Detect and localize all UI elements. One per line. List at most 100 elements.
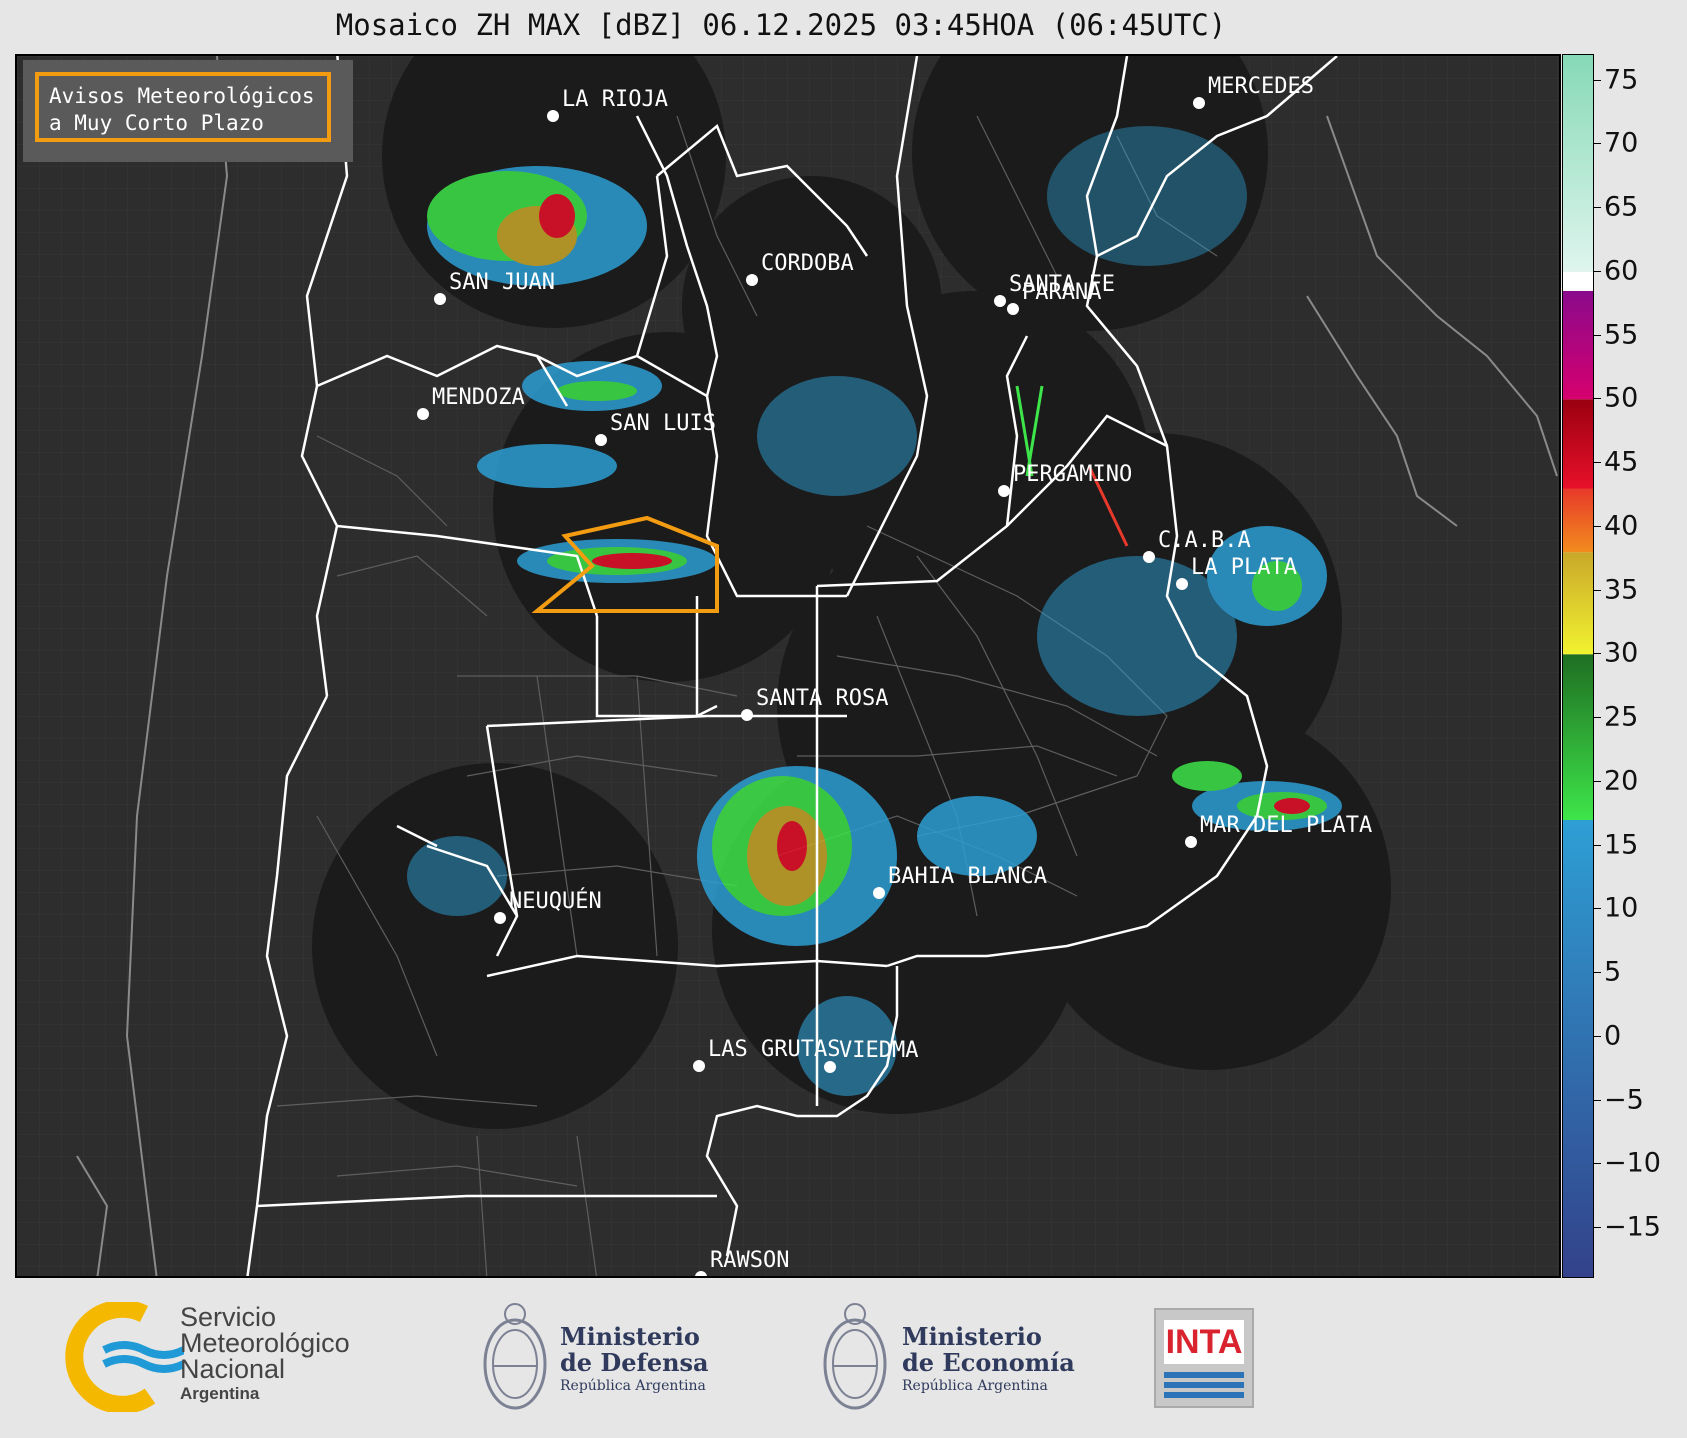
colorbar-tick-label: 40 xyxy=(1604,510,1639,542)
city-label-la-rioja: LA RIOJA xyxy=(562,87,668,112)
economia-logo-text: Ministerio de Economía República Argenti… xyxy=(902,1324,1075,1396)
economia-line2: de Economía xyxy=(902,1348,1075,1377)
city-marker-mendoza[interactable] xyxy=(417,408,429,420)
smn-line3: Nacional xyxy=(180,1354,286,1384)
colorbar-tick-label: 75 xyxy=(1604,64,1639,95)
economia-line3: República Argentina xyxy=(902,1378,1048,1394)
colorbar-tick-mark xyxy=(1594,398,1601,400)
colorbar-tick-label: −5 xyxy=(1604,1084,1644,1115)
colorbar-tick-mark xyxy=(1594,653,1601,655)
colorbar-band-7 xyxy=(1563,55,1593,272)
city-marker-santa-fe[interactable] xyxy=(994,295,1006,307)
colorbar-tick-mark xyxy=(1594,1035,1601,1037)
colorbar-tick-label: 65 xyxy=(1604,191,1639,223)
city-marker-san-juan[interactable] xyxy=(434,293,446,305)
defensa-line3: República Argentina xyxy=(560,1378,706,1394)
city-marker-san-luis[interactable] xyxy=(595,434,607,446)
inta-logo: INTA xyxy=(1154,1308,1254,1408)
inta-stripe-1 xyxy=(1164,1372,1244,1378)
city-label-pergamino: PERGAMINO xyxy=(1013,462,1132,487)
city-label-bahia-blanca: BAHIA BLANCA xyxy=(888,864,1047,889)
map-title: Mosaico ZH MAX [dBZ] 06.12.2025 03:45HOA… xyxy=(335,8,1227,42)
colorbar-tick-mark xyxy=(1594,270,1601,272)
city-marker-parana[interactable] xyxy=(1007,303,1019,315)
defensa-line2: de Defensa xyxy=(560,1348,709,1377)
colorbar-tick-mark xyxy=(1594,844,1601,846)
colorbar-tick-label: 20 xyxy=(1604,765,1639,797)
footer-logos: Servicio Meteorológico Nacional Argentin… xyxy=(0,1280,1687,1438)
colorbar-tick-mark xyxy=(1594,462,1601,463)
smn-line1: Servicio xyxy=(180,1302,277,1332)
inta-stripe-2 xyxy=(1164,1382,1244,1388)
colorbar-tick-label: 70 xyxy=(1604,127,1639,159)
economia-seal-icon xyxy=(823,1303,887,1410)
colorbar-tick-mark xyxy=(1594,143,1601,145)
colorbar-tick-label: 55 xyxy=(1604,319,1639,350)
city-label-mercedes: MERCEDES xyxy=(1208,74,1314,99)
colorbar xyxy=(1562,54,1594,1278)
city-marker-santa-rosa[interactable] xyxy=(741,709,753,721)
city-label-c-a-b-a: C.A.B.A xyxy=(1158,528,1251,553)
smn-logo-icon xyxy=(65,1302,184,1412)
smn-line2: Meteorológico xyxy=(180,1328,350,1358)
colorbar-tick-label: 0 xyxy=(1604,1020,1622,1052)
city-marker-la-plata[interactable] xyxy=(1176,578,1188,590)
city-marker-mar-del-plata[interactable] xyxy=(1185,836,1197,848)
colorbar-tick-label: 30 xyxy=(1604,637,1639,669)
radar-map[interactable]: LA RIOJA SAN JUAN CORDOBA SANTA FE PARANA MEN… xyxy=(15,54,1561,1278)
colorbar-tick-mark xyxy=(1594,1099,1601,1101)
colorbar-tick-mark xyxy=(1594,717,1601,718)
city-marker-pergamino[interactable] xyxy=(998,485,1010,497)
colorbar-tick-label: 60 xyxy=(1604,255,1639,287)
inta-stripe-3 xyxy=(1164,1392,1244,1398)
alert-legend-line2: a Muy Corto Plazo xyxy=(49,111,264,135)
city-marker-mercedes[interactable] xyxy=(1193,97,1205,109)
colorbar-band-2 xyxy=(1563,552,1593,655)
city-marker-c-a-b-a[interactable] xyxy=(1143,551,1155,563)
colorbar-tick-mark xyxy=(1594,1227,1601,1228)
inta-logo-word: INTA xyxy=(1164,1320,1244,1364)
colorbar-tick-label: −15 xyxy=(1604,1211,1661,1243)
colorbar-tick-label: 50 xyxy=(1604,382,1639,414)
city-label-la-plata: LA PLATA xyxy=(1191,555,1297,580)
city-marker-cordoba[interactable] xyxy=(746,274,758,286)
city-label-mendoza: MENDOZA xyxy=(432,385,525,410)
colorbar-tick-label: 45 xyxy=(1604,446,1639,478)
colorbar-band-0 xyxy=(1563,820,1593,1277)
city-marker-neuqu-n[interactable] xyxy=(494,912,506,924)
city-label-mar-del-plata: MAR DEL PLATA xyxy=(1200,813,1372,838)
economia-line1: Ministerio xyxy=(902,1322,1042,1351)
alert-legend-line1: Avisos Meteorológicos xyxy=(49,84,315,108)
colorbar-tick-mark xyxy=(1594,780,1601,782)
colorbar-band-5 xyxy=(1563,290,1593,400)
city-marker-la-rioja[interactable] xyxy=(547,110,559,122)
city-label-rawson: RAWSON xyxy=(710,1248,789,1273)
city-label-las-grutas: LAS GRUTAS xyxy=(708,1037,840,1062)
colorbar-canvas xyxy=(1563,55,1593,1277)
city-label-neuqu-n: NEUQUÉN xyxy=(509,888,602,914)
colorbar-band-4 xyxy=(1563,399,1593,489)
smn-line4: Argentina xyxy=(180,1384,260,1403)
defensa-line1: Ministerio xyxy=(560,1322,700,1351)
city-label-cordoba: CORDOBA xyxy=(761,251,854,276)
colorbar-tick-label: 10 xyxy=(1604,892,1639,924)
city-marker-las-grutas[interactable] xyxy=(693,1060,705,1072)
defensa-seal-icon xyxy=(483,1303,547,1410)
colorbar-tick-mark xyxy=(1594,972,1601,973)
defensa-logo-text: Ministerio de Defensa República Argentin… xyxy=(560,1324,709,1396)
colorbar-tick-mark xyxy=(1594,525,1601,527)
colorbar-band-6 xyxy=(1563,271,1593,291)
city-label-san-luis: SAN LUIS xyxy=(610,411,716,436)
radar-map-canvas: LA RIOJASAN JUANCORDOBASANTA FEPARANAMEN… xyxy=(17,56,1559,1276)
colorbar-tick-label: 25 xyxy=(1604,701,1639,733)
city-marker-bahia-blanca[interactable] xyxy=(873,887,885,899)
city-label-parana: PARANA xyxy=(1022,280,1101,305)
coverage-neuquen xyxy=(312,763,678,1129)
city-marker-viedma[interactable] xyxy=(824,1061,836,1073)
colorbar-tick-label: 15 xyxy=(1604,829,1639,860)
alert-legend-frame: Avisos Meteorológicos a Muy Corto Plazo xyxy=(35,72,331,142)
colorbar-band-3 xyxy=(1563,488,1593,553)
colorbar-tick-label: −10 xyxy=(1604,1147,1661,1179)
coverage-mar-del-plata xyxy=(1027,706,1391,1070)
colorbar-tick-mark xyxy=(1594,79,1601,81)
